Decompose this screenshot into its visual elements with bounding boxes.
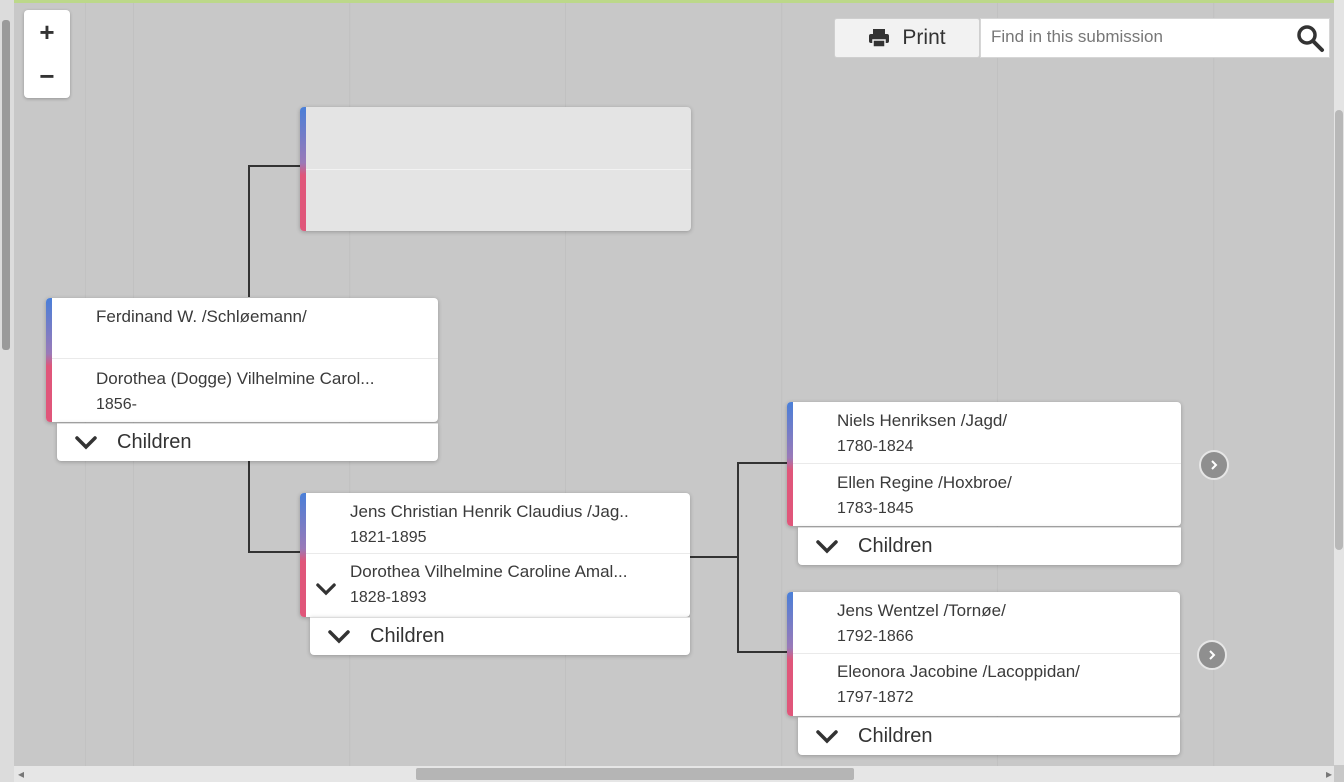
husband-entry[interactable]: Ferdinand W. /Schløemann/: [96, 304, 430, 330]
card-divider: [793, 653, 1180, 654]
person-dates: 1828-1893: [350, 589, 427, 606]
children-label: Children: [858, 725, 933, 747]
connector-line: [248, 461, 250, 553]
person-name: Niels Henriksen /Jagd/: [837, 411, 1008, 430]
top-accent-line: [0, 0, 1344, 3]
person-name: Dorothea (Dogge) Vilhelmine Carol...: [96, 369, 375, 388]
children-label: Children: [858, 535, 933, 557]
children-label: Children: [117, 431, 192, 453]
wife-entry[interactable]: Ellen Regine /Hoxbroe/ 1783-1845: [837, 470, 1173, 522]
print-button[interactable]: Print: [834, 18, 980, 58]
empty-family-card[interactable]: [300, 107, 691, 231]
card-divider: [306, 169, 691, 170]
connector-line: [248, 551, 300, 553]
gender-bar: [46, 298, 52, 422]
husband-entry[interactable]: Niels Henriksen /Jagd/ 1780-1824: [837, 408, 1173, 460]
children-label: Children: [370, 625, 445, 647]
chevron-down-icon: [75, 435, 97, 449]
family-card[interactable]: Niels Henriksen /Jagd/ 1780-1824 Ellen R…: [787, 402, 1181, 526]
husband-entry[interactable]: Jens Christian Henrik Claudius /Jag.. 18…: [350, 499, 682, 551]
children-toggle[interactable]: Children: [57, 423, 438, 461]
zoom-out-button[interactable]: −: [24, 54, 70, 98]
tree-canvas[interactable]: Ferdinand W. /Schløemann/ Dorothea (Dogg…: [0, 0, 1344, 782]
person-name: Ferdinand W. /Schløemann/: [96, 307, 307, 326]
person-name: Jens Christian Henrik Claudius /Jag..: [350, 502, 629, 521]
chevron-down-icon: [816, 539, 838, 553]
zoom-in-button[interactable]: +: [24, 10, 70, 54]
scroll-left-icon[interactable]: ◂: [18, 767, 24, 781]
children-toggle[interactable]: Children: [798, 717, 1180, 755]
search-icon[interactable]: [1295, 23, 1325, 53]
horizontal-scrollbar[interactable]: ◂ ▸: [14, 766, 1334, 782]
search-box: [980, 18, 1330, 58]
left-scrollbar[interactable]: [0, 0, 14, 782]
connector-line: [737, 651, 787, 653]
person-name: Jens Wentzel /Tornøe/: [837, 601, 1006, 620]
connector-line: [737, 462, 739, 653]
connector-line: [737, 462, 787, 464]
connector-line: [690, 556, 738, 558]
toolbar: Print: [834, 18, 1330, 58]
chevron-right-icon: [1211, 460, 1218, 470]
chevron-down-icon: [816, 729, 838, 743]
person-dates: 1792-1866: [837, 628, 914, 645]
vertical-scrollbar[interactable]: [1334, 0, 1344, 765]
printer-icon: [869, 29, 890, 48]
gender-bar: [787, 592, 793, 716]
scroll-right-icon[interactable]: ▸: [1326, 767, 1332, 781]
person-dates: 1783-1845: [837, 500, 914, 517]
scroll-thumb[interactable]: [416, 768, 854, 780]
wife-entry[interactable]: Eleonora Jacobine /Lacoppidan/ 1797-1872: [837, 659, 1172, 711]
wife-entry[interactable]: Dorothea (Dogge) Vilhelmine Carol... 185…: [96, 366, 430, 418]
family-card[interactable]: Jens Wentzel /Tornøe/ 1792-1866 Eleonora…: [787, 592, 1180, 716]
search-input[interactable]: [981, 19, 1301, 55]
card-divider: [793, 463, 1181, 464]
connector-line: [248, 165, 300, 167]
gender-bar: [300, 493, 306, 617]
card-divider: [306, 553, 690, 554]
family-card[interactable]: Ferdinand W. /Schløemann/ Dorothea (Dogg…: [46, 298, 438, 422]
children-toggle[interactable]: Children: [310, 617, 690, 655]
chevron-right-icon: [1209, 650, 1216, 660]
zoom-control: + −: [24, 10, 70, 98]
wife-entry[interactable]: Dorothea Vilhelmine Caroline Amal... 182…: [350, 559, 682, 611]
card-divider: [52, 358, 438, 359]
person-dates: 1821-1895: [350, 529, 427, 546]
person-dates: 1780-1824: [837, 438, 914, 455]
expand-ancestors-button[interactable]: [1197, 640, 1227, 670]
expand-ancestors-button[interactable]: [1199, 450, 1229, 480]
person-dates: 1856-: [96, 396, 137, 413]
scroll-thumb[interactable]: [1335, 110, 1343, 550]
scroll-thumb[interactable]: [2, 20, 10, 350]
person-dates: 1797-1872: [837, 689, 914, 706]
person-name: Ellen Regine /Hoxbroe/: [837, 473, 1012, 492]
chevron-down-icon: [328, 629, 350, 643]
chevron-down-icon[interactable]: [316, 583, 336, 596]
print-label: Print: [902, 26, 946, 49]
children-toggle[interactable]: Children: [798, 527, 1181, 565]
husband-entry[interactable]: Jens Wentzel /Tornøe/ 1792-1866: [837, 598, 1172, 650]
person-name: Dorothea Vilhelmine Caroline Amal...: [350, 562, 628, 581]
gender-bar: [787, 402, 793, 526]
connector-line: [248, 165, 250, 297]
person-name: Eleonora Jacobine /Lacoppidan/: [837, 662, 1080, 681]
family-card[interactable]: Jens Christian Henrik Claudius /Jag.. 18…: [300, 493, 690, 617]
